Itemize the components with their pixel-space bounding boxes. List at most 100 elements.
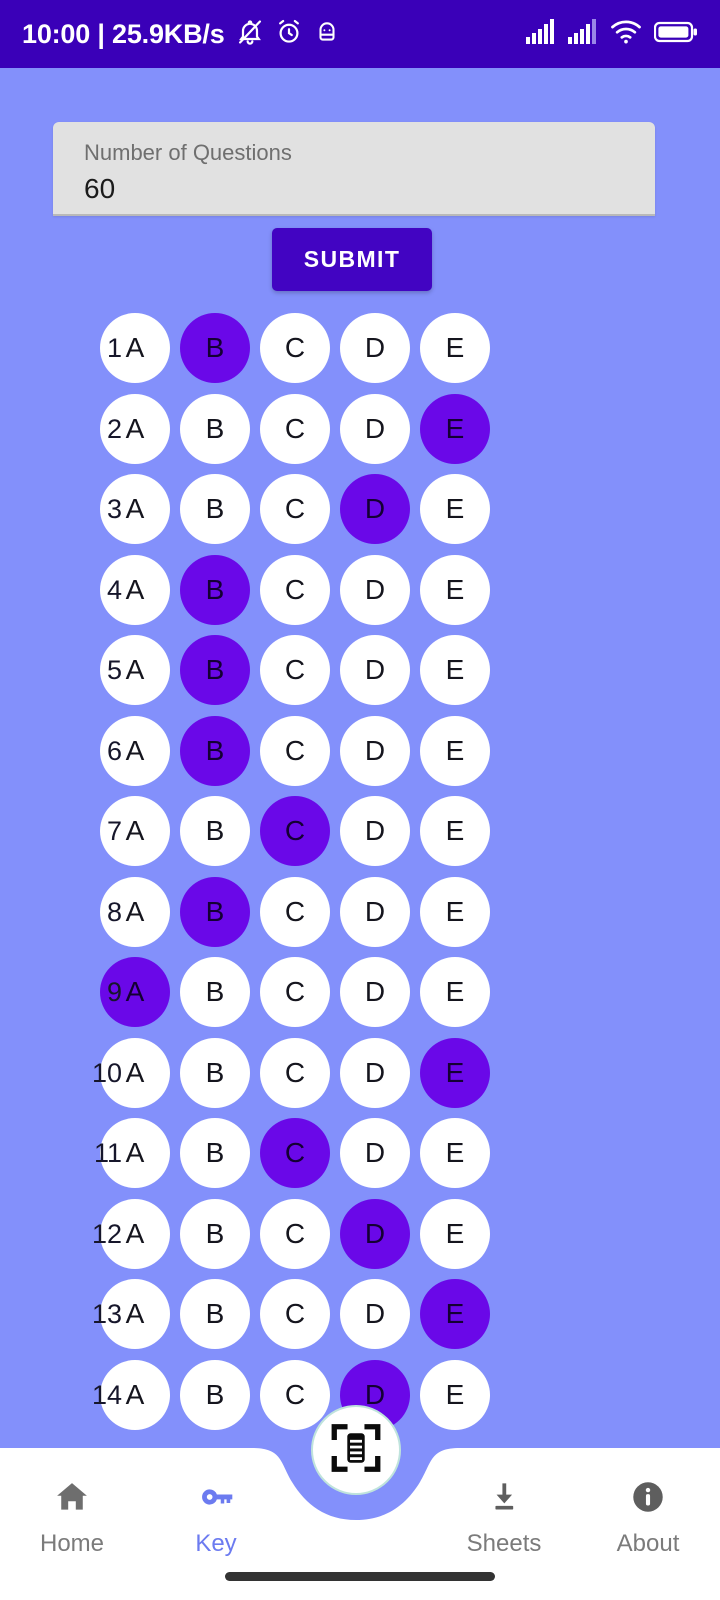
answer-row: 1ABCDE <box>0 308 720 389</box>
answer-bubble-e[interactable]: E <box>420 1118 490 1189</box>
answer-bubble-e[interactable]: E <box>420 957 490 1028</box>
answer-bubble-c[interactable]: C <box>260 474 330 545</box>
answer-bubble-b[interactable]: B <box>180 393 250 464</box>
answer-bubble-e[interactable]: E <box>420 1279 490 1350</box>
android-debug-icon <box>314 19 340 50</box>
answer-bubble-d[interactable]: D <box>340 876 410 947</box>
answer-bubble-b[interactable]: B <box>180 957 250 1028</box>
answer-row-number: 11 <box>93 1138 122 1169</box>
answer-bubble-c[interactable]: C <box>260 393 330 464</box>
answer-row-number: 3 <box>106 494 122 525</box>
answer-bubble-d[interactable]: D <box>340 796 410 867</box>
answer-bubble-c[interactable]: C <box>260 876 330 947</box>
answer-row: 6ABCDE <box>0 711 720 792</box>
info-icon <box>629 1478 667 1521</box>
sidebar-item-sheets[interactable]: Sheets <box>432 1466 576 1576</box>
answer-bubble-c[interactable]: C <box>260 715 330 786</box>
answer-bubble-c[interactable]: C <box>260 554 330 625</box>
signal-bars-icon <box>568 18 598 50</box>
answer-bubble-b[interactable]: B <box>180 1198 250 1269</box>
answer-bubble-d[interactable]: D <box>340 957 410 1028</box>
sidebar-item-about[interactable]: About <box>576 1466 720 1576</box>
sidebar-item-home[interactable]: Home <box>0 1466 144 1576</box>
answer-row-number: 6 <box>106 735 122 766</box>
answer-bubble-e[interactable]: E <box>420 554 490 625</box>
answer-bubble-c[interactable]: C <box>260 1037 330 1108</box>
answer-bubble-e[interactable]: E <box>420 393 490 464</box>
home-icon <box>53 1478 91 1521</box>
answer-bubble-e[interactable]: E <box>420 313 490 384</box>
download-icon <box>485 1478 523 1521</box>
sidebar-item-about-label: About <box>616 1530 680 1557</box>
answer-bubble-d[interactable]: D <box>340 313 410 384</box>
answer-row: 7ABCDE <box>0 791 720 872</box>
number-of-questions-field[interactable]: Number of Questions 60 <box>53 122 655 216</box>
sidebar-item-sheets-label: Sheets <box>466 1530 542 1557</box>
answer-bubble-d[interactable]: D <box>340 393 410 464</box>
answer-bubble-b[interactable]: B <box>180 1359 250 1430</box>
sidebar-item-key[interactable]: Key <box>144 1466 288 1576</box>
answer-bubble-b[interactable]: B <box>180 1037 250 1108</box>
answer-bubble-c[interactable]: C <box>260 1359 330 1430</box>
sidebar-item-key-label: Key <box>195 1530 237 1557</box>
answer-bubble-b[interactable]: B <box>180 635 250 706</box>
answer-bubble-c[interactable]: C <box>260 1279 330 1350</box>
answer-row-number: 1 <box>106 333 122 364</box>
answer-key-grid[interactable]: 1ABCDE2ABCDE3ABCDE4ABCDE5ABCDE6ABCDE7ABC… <box>0 308 720 1448</box>
answer-bubble-b[interactable]: B <box>180 554 250 625</box>
submit-button[interactable]: SUBMIT <box>272 228 432 291</box>
answer-bubble-c[interactable]: C <box>260 1118 330 1189</box>
answer-bubble-e[interactable]: E <box>420 1359 490 1430</box>
battery-icon <box>653 20 698 49</box>
answer-bubble-e[interactable]: E <box>420 474 490 545</box>
answer-bubble-d[interactable]: D <box>340 554 410 625</box>
answer-bubble-e[interactable]: E <box>420 715 490 786</box>
answer-bubble-e[interactable]: E <box>420 1198 490 1269</box>
answer-bubble-c[interactable]: C <box>260 957 330 1028</box>
key-icon <box>197 1478 235 1521</box>
answer-bubble-d[interactable]: D <box>340 1198 410 1269</box>
answer-bubble-d[interactable]: D <box>340 635 410 706</box>
answer-bubble-e[interactable]: E <box>420 635 490 706</box>
answer-bubble-e[interactable]: E <box>420 876 490 947</box>
answer-row: 11 A B C D E <box>0 1113 720 1194</box>
status-bar: 10:00 | 25.9KB/s <box>0 0 720 68</box>
answer-bubble-b[interactable]: B <box>180 876 250 947</box>
answer-row-number: 8 <box>106 896 122 927</box>
status-bar-separator: | <box>97 18 105 49</box>
answer-bubble-d[interactable]: D <box>340 1037 410 1108</box>
scan-fab-button[interactable] <box>311 1405 401 1495</box>
answer-bubble-c[interactable]: C <box>260 1198 330 1269</box>
answer-bubble-b[interactable]: B <box>180 313 250 384</box>
answer-bubble-d[interactable]: D <box>340 474 410 545</box>
answer-bubble-b[interactable]: B <box>180 474 250 545</box>
answer-row: 3ABCDE <box>0 469 720 550</box>
answer-row-number: 4 <box>106 574 122 605</box>
answer-row-number: 13 <box>91 1299 122 1330</box>
answer-bubble-b[interactable]: B <box>180 1118 250 1189</box>
answer-bubble-b[interactable]: B <box>180 1279 250 1350</box>
answer-row-number: 14 <box>91 1379 122 1410</box>
answer-bubble-d[interactable]: D <box>340 715 410 786</box>
answer-row-number: 9 <box>106 977 122 1008</box>
signal-bars-icon <box>526 18 556 50</box>
status-bar-time: 10:00 <box>22 18 91 49</box>
answer-bubble-d[interactable]: D <box>340 1118 410 1189</box>
answer-bubble-c[interactable]: C <box>260 635 330 706</box>
answer-row: 4ABCDE <box>0 550 720 631</box>
answer-bubble-c[interactable]: C <box>260 313 330 384</box>
answer-bubble-b[interactable]: B <box>180 796 250 867</box>
answer-row-number: 5 <box>106 655 122 686</box>
sidebar-item-home-label: Home <box>39 1530 105 1557</box>
answer-bubble-e[interactable]: E <box>420 1037 490 1108</box>
answer-row: 2ABCDE <box>0 389 720 470</box>
answer-row: 12 A B C D E <box>0 1194 720 1275</box>
answer-bubble-b[interactable]: B <box>180 715 250 786</box>
answer-bubble-e[interactable]: E <box>420 796 490 867</box>
answer-bubble-c[interactable]: C <box>260 796 330 867</box>
answer-bubble-d[interactable]: D <box>340 1279 410 1350</box>
answer-row: 5ABCDE <box>0 630 720 711</box>
number-of-questions-input[interactable]: 60 <box>84 170 655 208</box>
answer-row-number: 12 <box>91 1218 122 1249</box>
answer-row-number: 10 <box>91 1057 122 1088</box>
